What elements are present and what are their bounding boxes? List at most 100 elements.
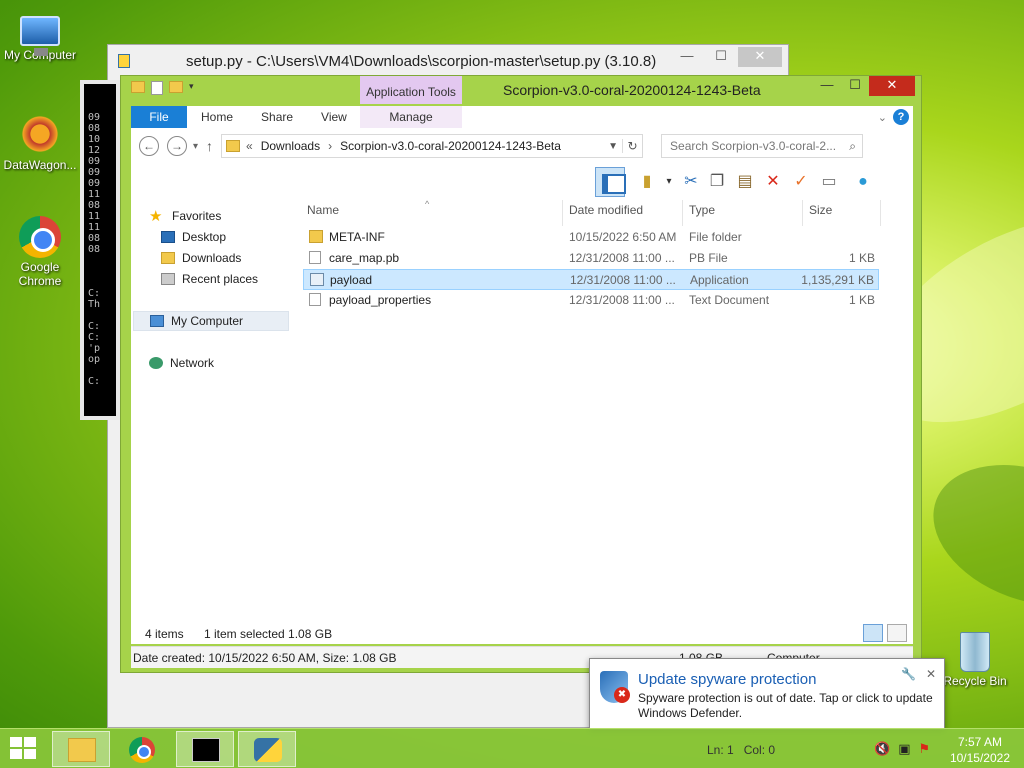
- desktop-icon: [161, 231, 175, 243]
- taskbar: Ln: 1 Col: 0 🔇 ▣ ⚑ 7:57 AM 10/15/2022: [0, 728, 1024, 768]
- file-row-care-map[interactable]: care_map.pb 12/31/2008 11:00 ... PB File…: [303, 248, 879, 269]
- setup-window-title: setup.py - C:\Users\VM4\Downloads\scorpi…: [186, 52, 657, 70]
- chevron-down-icon[interactable]: ▾: [657, 170, 681, 194]
- wrench-icon[interactable]: 🔧: [901, 667, 916, 681]
- properties-icon[interactable]: [151, 81, 163, 95]
- address-bar[interactable]: « Downloads › Scorpion-v3.0-coral-202001…: [221, 134, 644, 158]
- globe-icon[interactable]: ●: [851, 170, 875, 194]
- start-button[interactable]: [10, 737, 38, 761]
- item-count: 4 items: [145, 627, 184, 641]
- file-row-payload[interactable]: payload 12/31/2008 11:00 ... Application…: [303, 269, 879, 290]
- breadcrumb-current-folder[interactable]: Scorpion-v3.0-coral-20200124-1243-Beta: [340, 139, 561, 153]
- desktop-icon-recycle-bin[interactable]: Recycle Bin: [935, 632, 1015, 688]
- tab-view[interactable]: View: [307, 106, 361, 128]
- explorer-title-bar[interactable]: ▾ Application Tools Scorpion-v3.0-coral-…: [121, 76, 921, 104]
- nav-downloads[interactable]: Downloads: [161, 248, 241, 268]
- ribbon-tabs: File Home Share View Manage ⌄ ?: [131, 106, 913, 128]
- search-input[interactable]: Search Scorpion-v3.0-coral-2...: [670, 139, 836, 153]
- checkmark-icon[interactable]: ✓: [789, 170, 813, 194]
- copy-icon[interactable]: ❐: [705, 170, 729, 194]
- cut-icon[interactable]: ✂: [679, 170, 703, 194]
- application-tools-context-tab: Application Tools: [360, 76, 462, 104]
- tab-home[interactable]: Home: [187, 106, 247, 128]
- taskbar-cmd[interactable]: [176, 731, 234, 767]
- minimize-button[interactable]: —: [670, 47, 704, 67]
- desktop-icon-datawagon[interactable]: DataWagon...: [0, 112, 80, 172]
- preview-pane-button[interactable]: [595, 167, 626, 197]
- computer-icon: [150, 315, 164, 327]
- column-header-type[interactable]: Type: [683, 200, 803, 226]
- folder-icon: [309, 230, 323, 243]
- close-button[interactable]: ✕: [869, 76, 915, 96]
- recent-places-icon: [161, 273, 175, 285]
- file-explorer-window[interactable]: ▾ Application Tools Scorpion-v3.0-coral-…: [120, 75, 922, 673]
- clock[interactable]: 7:57 AM 10/15/2022: [950, 734, 1010, 766]
- desktop-icon-chrome[interactable]: Google Chrome: [0, 216, 80, 288]
- chevron-down-icon[interactable]: ▾: [189, 81, 194, 95]
- folder-options-icon[interactable]: ▮: [635, 170, 659, 194]
- search-box[interactable]: Search Scorpion-v3.0-coral-2... ⌕: [661, 134, 864, 158]
- expand-ribbon-icon[interactable]: ⌄: [878, 111, 887, 124]
- back-button[interactable]: ←: [139, 136, 159, 156]
- datawagon-icon: [18, 112, 62, 156]
- wallpaper-leaf: [913, 439, 1024, 631]
- nav-recent-places[interactable]: Recent places: [161, 269, 258, 289]
- delete-icon[interactable]: ✕: [761, 170, 785, 194]
- status-bar: 4 items 1 item selected 1.08 GB: [131, 624, 913, 644]
- cmd-output: 09 08 10 12 09 09 09 11 08 11 11 08 08 C…: [88, 112, 101, 387]
- address-dropdown-icon[interactable]: ▼: [604, 141, 622, 152]
- file-row-meta-inf[interactable]: META-INF 10/15/2022 6:50 AM File folder: [303, 227, 879, 248]
- up-button[interactable]: ↑: [206, 138, 213, 154]
- downloads-folder-icon: [161, 252, 175, 264]
- navigation-pane: ★ Favorites Desktop Downloads Recent pla…: [131, 200, 301, 624]
- quick-access-toolbar: ▾: [131, 81, 194, 95]
- maximize-button[interactable]: ☐: [841, 76, 869, 96]
- close-button[interactable]: ✕: [738, 47, 782, 67]
- tab-manage[interactable]: Manage: [360, 106, 462, 128]
- explorer-content: ★ Favorites Desktop Downloads Recent pla…: [131, 199, 913, 624]
- text-file-icon: [309, 293, 321, 306]
- large-icons-view-button[interactable]: [887, 624, 907, 642]
- nav-my-computer[interactable]: My Computer: [133, 311, 289, 331]
- maximize-button[interactable]: ☐: [704, 47, 738, 67]
- taskbar-chrome[interactable]: [114, 731, 172, 767]
- computer-icon: [20, 16, 60, 56]
- explorer-window-title: Scorpion-v3.0-coral-20200124-1243-Beta: [503, 82, 761, 98]
- sort-arrow-icon: ^: [425, 199, 430, 209]
- defender-notification[interactable]: Update spyware protection Spyware protec…: [589, 658, 945, 730]
- minimize-button[interactable]: —: [813, 76, 841, 96]
- tab-file[interactable]: File: [131, 106, 187, 128]
- column-header-date[interactable]: Date modified: [563, 200, 683, 226]
- nav-desktop[interactable]: Desktop: [161, 227, 226, 247]
- refresh-icon[interactable]: ↻: [622, 139, 642, 153]
- details-view-button[interactable]: [863, 624, 883, 642]
- nav-favorites[interactable]: ★ Favorites: [149, 206, 221, 226]
- action-center-icon[interactable]: ⚑: [918, 741, 930, 757]
- taskbar-python[interactable]: [238, 731, 296, 767]
- file-row-payload-properties[interactable]: payload_properties 12/31/2008 11:00 ... …: [303, 290, 879, 311]
- python-icon: [118, 54, 130, 68]
- desktop-icon-my-computer[interactable]: My Computer: [0, 10, 80, 62]
- close-icon[interactable]: ✕: [926, 667, 936, 681]
- python-icon: [254, 738, 282, 762]
- search-icon[interactable]: ⌕: [849, 139, 862, 154]
- network-tray-icon[interactable]: ▣: [898, 741, 910, 757]
- tab-share[interactable]: Share: [247, 106, 307, 128]
- navigation-bar: ← → ▾ ↑ « Downloads › Scorpion-v3.0-cora…: [131, 128, 913, 164]
- nav-network[interactable]: Network: [149, 353, 214, 373]
- forward-button[interactable]: →: [167, 136, 187, 156]
- notification-title: Update spyware protection: [638, 671, 817, 688]
- chrome-icon: [129, 737, 155, 763]
- speaker-muted-icon[interactable]: 🔇: [874, 741, 890, 757]
- column-header-name[interactable]: Name ^: [301, 199, 563, 226]
- breadcrumb-downloads[interactable]: Downloads: [261, 139, 320, 153]
- new-folder-icon[interactable]: [169, 81, 183, 93]
- paste-icon[interactable]: ▤: [733, 170, 757, 194]
- rename-icon[interactable]: ▭: [817, 170, 841, 194]
- column-header-size[interactable]: Size: [803, 200, 881, 226]
- recycle-bin-icon: [960, 632, 990, 672]
- recent-locations-icon[interactable]: ▾: [193, 141, 198, 152]
- taskbar-explorer[interactable]: [52, 731, 110, 767]
- help-icon[interactable]: ?: [893, 109, 909, 125]
- command-prompt-window[interactable]: 09 08 10 12 09 09 09 11 08 11 11 08 08 C…: [80, 80, 120, 420]
